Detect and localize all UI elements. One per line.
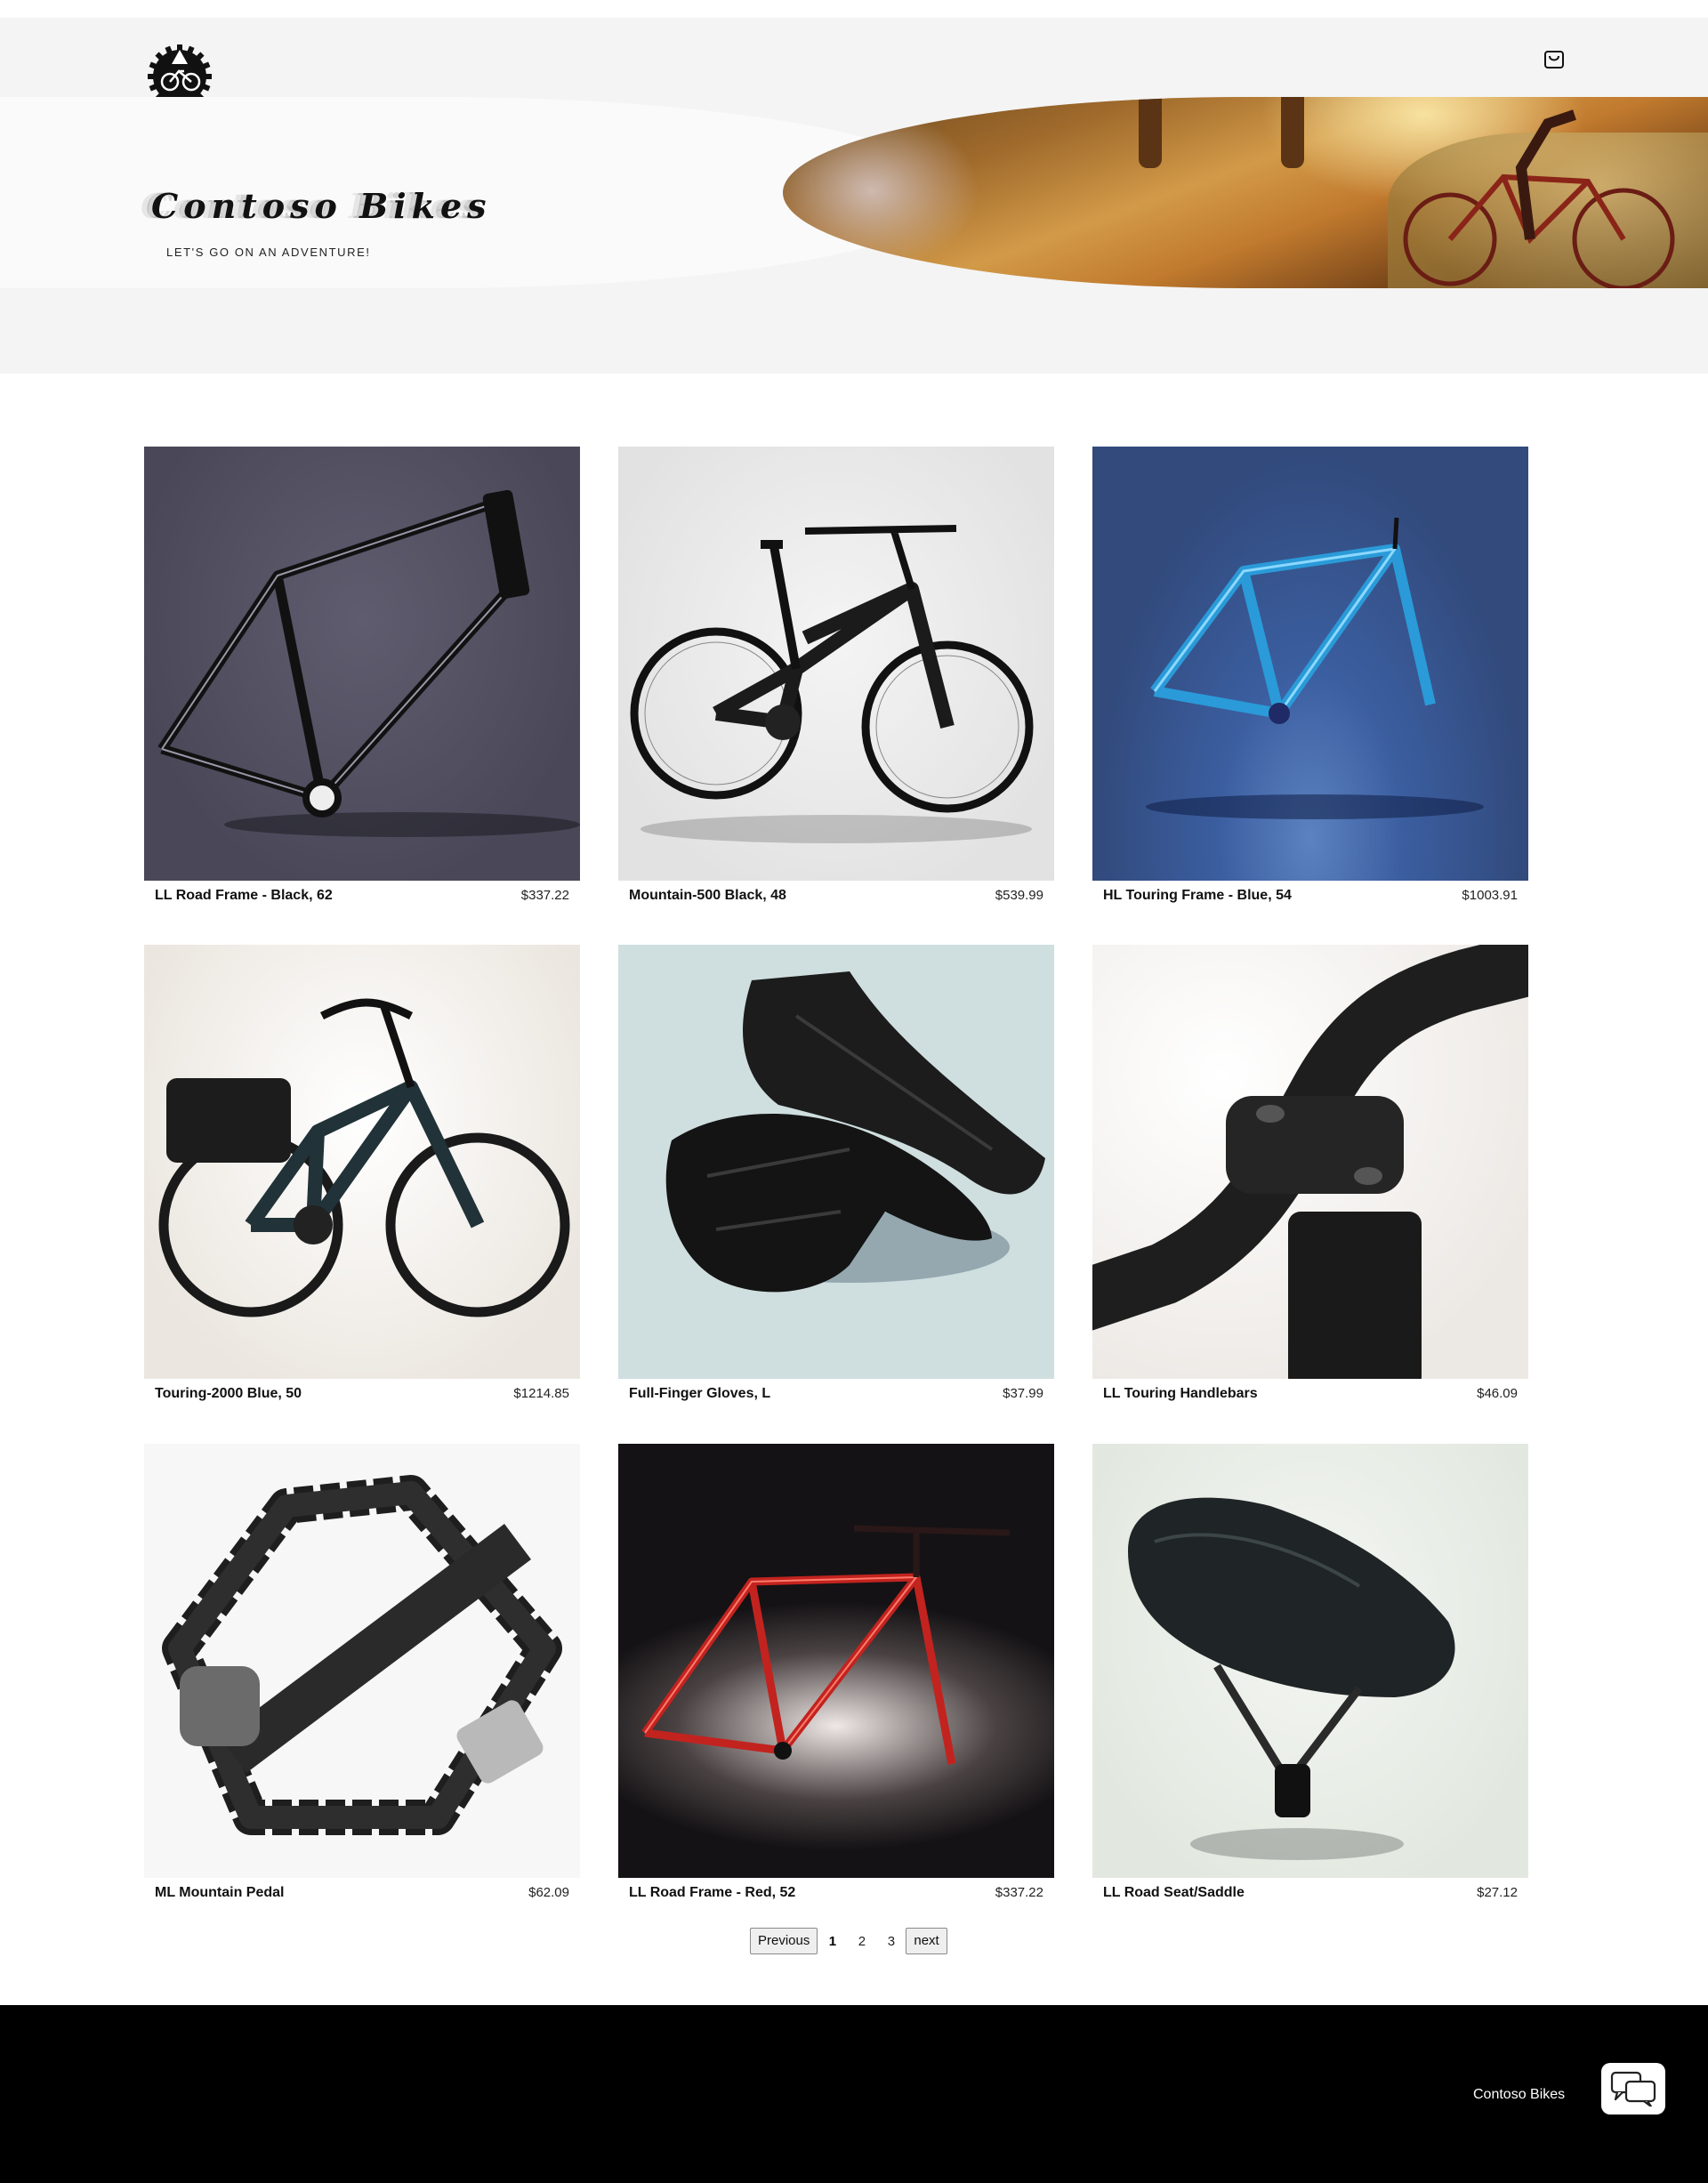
product-image[interactable] <box>1092 447 1528 881</box>
hero-image <box>783 97 1708 288</box>
product-price: $1003.91 <box>1462 888 1518 903</box>
brand-tagline: LET'S GO ON AN ADVENTURE! <box>166 246 371 259</box>
product-name[interactable]: HL Touring Frame - Blue, 54 <box>1103 888 1292 904</box>
product-card[interactable]: LL Road Frame - Black, 62 $337.22 <box>144 447 580 909</box>
product-image[interactable] <box>618 945 1054 1379</box>
product-name[interactable]: ML Mountain Pedal <box>155 1885 284 1901</box>
shopping-bag-icon <box>1544 51 1564 68</box>
cart-button[interactable] <box>1542 46 1567 71</box>
product-image[interactable] <box>1092 945 1528 1379</box>
chat-button[interactable] <box>1601 2063 1665 2115</box>
page-2[interactable]: 2 <box>847 1934 876 1949</box>
product-price: $1214.85 <box>513 1386 569 1401</box>
product-image[interactable] <box>618 1444 1054 1878</box>
product-image[interactable] <box>1092 1444 1528 1878</box>
site-footer: Contoso Bikes <box>0 2005 1708 2183</box>
chat-bubbles-icon <box>1610 2071 1656 2106</box>
product-image[interactable] <box>144 447 580 881</box>
next-button[interactable]: next <box>906 1928 947 1954</box>
product-name[interactable]: LL Road Frame - Black, 62 <box>155 888 333 904</box>
product-price: $62.09 <box>528 1885 569 1900</box>
product-image[interactable] <box>618 447 1054 881</box>
product-price: $337.22 <box>995 1885 1043 1900</box>
product-card[interactable]: Touring-2000 Blue, 50 $1214.85 <box>144 945 580 1407</box>
product-card[interactable]: LL Road Seat/Saddle $27.12 <box>1092 1444 1528 1906</box>
brand-title: Contoso Bikes <box>151 186 492 226</box>
product-card[interactable]: HL Touring Frame - Blue, 54 $1003.91 <box>1092 447 1528 909</box>
page-1[interactable]: 1 <box>818 1934 847 1949</box>
previous-button[interactable]: Previous <box>750 1928 818 1954</box>
product-price: $539.99 <box>995 888 1043 903</box>
product-name[interactable]: LL Road Frame - Red, 52 <box>629 1885 795 1901</box>
product-card[interactable]: Full-Finger Gloves, L $37.99 <box>618 945 1054 1407</box>
product-card[interactable]: LL Touring Handlebars $46.09 <box>1092 945 1528 1407</box>
page-3[interactable]: 3 <box>876 1934 906 1949</box>
product-name[interactable]: LL Touring Handlebars <box>1103 1386 1258 1402</box>
product-card[interactable]: LL Road Frame - Red, 52 $337.22 <box>618 1444 1054 1906</box>
product-name[interactable]: LL Road Seat/Saddle <box>1103 1885 1245 1901</box>
footer-company-name: Contoso Bikes <box>1473 2087 1566 2102</box>
product-image[interactable] <box>144 945 580 1379</box>
top-strip <box>0 0 1708 18</box>
cyclist-illustration <box>1403 109 1675 288</box>
product-price: $27.12 <box>1477 1885 1518 1900</box>
product-price: $337.22 <box>520 888 569 903</box>
pagination: Previous 1 2 3 next <box>750 1927 947 1955</box>
product-image[interactable] <box>144 1444 580 1878</box>
product-card[interactable]: Mountain-500 Black, 48 $539.99 <box>618 447 1054 909</box>
product-name[interactable]: Mountain-500 Black, 48 <box>629 888 786 904</box>
product-name[interactable]: Touring-2000 Blue, 50 <box>155 1386 302 1402</box>
product-price: $37.99 <box>1003 1386 1043 1401</box>
product-name[interactable]: Full-Finger Gloves, L <box>629 1386 770 1402</box>
product-card[interactable]: ML Mountain Pedal $62.09 <box>144 1444 580 1906</box>
product-price: $46.09 <box>1477 1386 1518 1401</box>
